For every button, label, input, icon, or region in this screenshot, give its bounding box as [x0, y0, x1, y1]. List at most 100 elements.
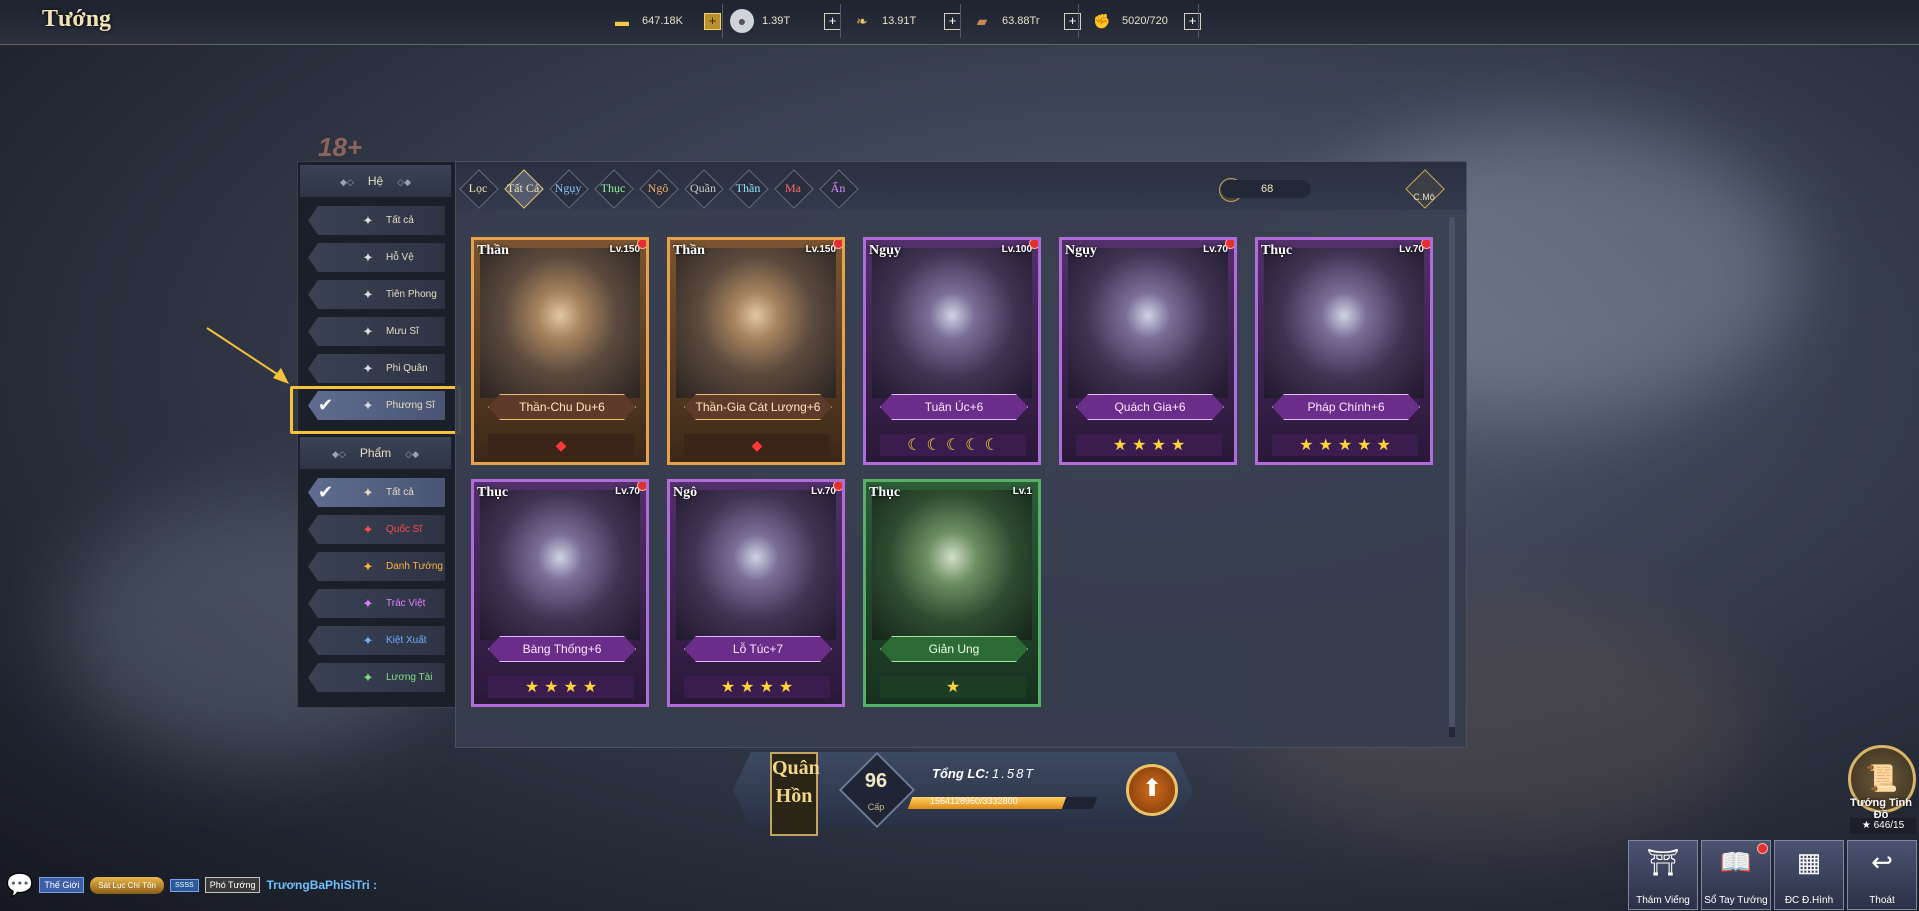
- general-name: Thần-Chu Du+6: [488, 394, 636, 420]
- diamond-ornament-icon: ◆◇: [339, 177, 354, 187]
- chat-player-name[interactable]: TrươngBaPhiSiTri :: [266, 878, 377, 892]
- level-label: Lv.70: [615, 486, 640, 497]
- add-gold-button[interactable]: +: [704, 12, 721, 30]
- quality-filter-item-4[interactable]: ✦ Kiệt Xuất: [308, 626, 445, 655]
- compass-icon: ✦: [362, 360, 374, 376]
- element-filter-item-4[interactable]: ✦ Phi Quân: [308, 354, 445, 383]
- diamond-ornament-icon: ◇◆: [405, 449, 420, 459]
- resource-gold: ▬ 647.18K +: [610, 6, 721, 36]
- quality-filter-item-0[interactable]: ✔ ✦ Tất cả: [308, 478, 445, 507]
- faction-label: Thần: [477, 243, 509, 258]
- rank-row: ★: [880, 676, 1026, 698]
- resource-wood: ▰ 63.88Tr +: [970, 6, 1081, 36]
- general-card[interactable]: Thục Lv.1 Giản Ung ★: [863, 479, 1041, 707]
- general-card[interactable]: Thục Lv.70 Bàng Thống+6 ★ ★ ★ ★: [471, 479, 649, 707]
- filter-label: Tất cả: [386, 215, 414, 226]
- quality-filter-item-2[interactable]: ✦ Danh Tướng: [308, 552, 445, 581]
- star-icon: ★: [1318, 437, 1333, 454]
- notification-dot: [637, 240, 646, 249]
- filter-label: Phi Quân: [386, 363, 428, 374]
- resource-silver: ● 1.39T +: [730, 6, 841, 36]
- total-power-value: 1.58T: [992, 766, 1036, 781]
- tab-1[interactable]: Tất Cả: [504, 169, 544, 209]
- divider: [1198, 4, 1199, 38]
- quality-filter-item-1[interactable]: ✦ Quốc Sĩ: [308, 515, 445, 544]
- crest-blue-icon: ✦: [362, 632, 374, 648]
- chat-bar[interactable]: 💬 Thế Giới Sát Lục Chí Tôn SSSS Phó Tướn…: [6, 870, 377, 900]
- element-filter-item-2[interactable]: ✦ Tiên Phong: [308, 280, 445, 309]
- filter-label: Danh Tướng: [386, 561, 443, 572]
- general-card[interactable]: Ngụy Lv.100 Tuân Úc+6 ☾ ☾ ☾ ☾ ☾: [863, 237, 1041, 465]
- tab-label: Lọc: [468, 180, 488, 195]
- tab-6[interactable]: Thần: [729, 169, 769, 209]
- bottom-button-3[interactable]: ↩ Thoát: [1847, 840, 1917, 910]
- moon-icon: ☾: [945, 437, 961, 454]
- level-label: Lv.70: [1203, 244, 1228, 255]
- element-filter-item-3[interactable]: ✦ Mưu Sĩ: [308, 317, 445, 346]
- check-icon: ✔: [318, 482, 334, 502]
- general-portrait: [480, 248, 640, 398]
- star-icon: ★: [1337, 437, 1353, 454]
- recruit-button[interactable]: C.Mộ: [1405, 169, 1445, 209]
- filter-panel: ◆◇ Hệ ◇◆ ✦ Tất cả ✦ Hỗ Vệ ✦ Tiên Phong ✦ Mưu Sĩ ✦ P…: [297, 161, 456, 708]
- soul-progress-text: 1564128960/3332800: [930, 796, 1018, 806]
- star-icon: ★: [1357, 437, 1372, 454]
- level-label: Lv.70: [1399, 244, 1424, 255]
- element-filter-item-1[interactable]: ✦ Hỗ Vệ: [308, 243, 445, 272]
- add-food-button[interactable]: +: [944, 12, 961, 30]
- faction-label: Thục: [477, 485, 509, 500]
- tab-7[interactable]: Ma: [774, 169, 814, 209]
- general-card[interactable]: Ngô Lv.70 Lỗ Túc+7 ★ ★ ★ ★: [667, 479, 845, 707]
- general-card[interactable]: Thần Lv.150 Thần-Chu Du+6 ◆: [471, 237, 649, 465]
- tab-2[interactable]: Ngụy: [549, 169, 589, 209]
- star-icon: ★: [1299, 437, 1314, 454]
- filter-label: Trác Việt: [386, 598, 426, 609]
- formation-icon: ▦: [1796, 847, 1822, 877]
- chat-icon[interactable]: 💬: [6, 872, 33, 898]
- scrollbar[interactable]: [1449, 217, 1455, 737]
- gold-ingot-icon: ▬: [615, 13, 629, 29]
- faction-label: Ngụy: [1065, 243, 1097, 258]
- tab-0[interactable]: Lọc: [459, 169, 499, 209]
- quality-filter-item-5[interactable]: ✦ Lương Tài: [308, 663, 445, 692]
- strategist-icon: ✦: [362, 323, 374, 339]
- filter-label: Quốc Sĩ: [386, 524, 423, 535]
- general-name: Pháp Chính+6: [1272, 394, 1420, 420]
- bottom-button-0[interactable]: ⛩ Thám Viếng: [1628, 840, 1698, 910]
- general-portrait: [676, 248, 836, 398]
- star-icon: ★: [740, 679, 755, 696]
- general-card[interactable]: Thần Lv.150 Thần-Gia Cát Lượng+6 ◆: [667, 237, 845, 465]
- rank-badge: Phó Tướng: [204, 877, 261, 893]
- chat-channel[interactable]: Thế Giới: [39, 877, 85, 893]
- quality-filter-item-3[interactable]: ✦ Trác Việt: [308, 589, 445, 618]
- add-silver-button[interactable]: +: [824, 12, 841, 30]
- soul-level: 96: [864, 770, 888, 792]
- rank-row: ★ ★ ★ ★: [488, 676, 634, 698]
- upgrade-soul-button[interactable]: ⬆: [1126, 764, 1178, 816]
- general-card[interactable]: Ngụy Lv.70 Quách Gia+6 ★ ★ ★ ★: [1059, 237, 1237, 465]
- resource-value: 63.88Tr: [1002, 15, 1040, 27]
- tab-5[interactable]: Quần: [684, 169, 724, 209]
- all-icon: ✦: [362, 212, 374, 228]
- general-portrait: [1068, 248, 1228, 398]
- tab-label: Thục: [600, 180, 626, 195]
- moon-icon: ☾: [984, 437, 999, 454]
- bottom-button-2[interactable]: ▦ ĐC Đ.Hình: [1774, 840, 1844, 910]
- general-card[interactable]: Thục Lv.70 Pháp Chính+6 ★ ★ ★ ★ ★: [1255, 237, 1433, 465]
- tab-8[interactable]: Ẩn: [819, 169, 859, 209]
- soul-level-caption: Cấp: [867, 802, 885, 812]
- tab-4[interactable]: Ngô: [639, 169, 679, 209]
- general-portrait: [1264, 248, 1424, 398]
- crest-red-icon: ✦: [362, 521, 374, 537]
- bottom-button-1[interactable]: 📖 Sổ Tay Tướng: [1701, 840, 1771, 910]
- star-icon: ★: [1151, 437, 1166, 454]
- bottom-button-label: ĐC Đ.Hình: [1784, 895, 1834, 906]
- filter-label: Kiệt Xuất: [386, 635, 427, 646]
- tab-3[interactable]: Thục: [594, 169, 634, 209]
- element-filter-item-0[interactable]: ✦ Tất cả: [308, 206, 445, 235]
- moon-icon: ☾: [926, 437, 941, 454]
- section-title: Hệ: [367, 174, 384, 188]
- divider: [960, 4, 961, 38]
- sword-icon: ✦: [362, 286, 374, 302]
- level-label: Lv.70: [811, 486, 836, 497]
